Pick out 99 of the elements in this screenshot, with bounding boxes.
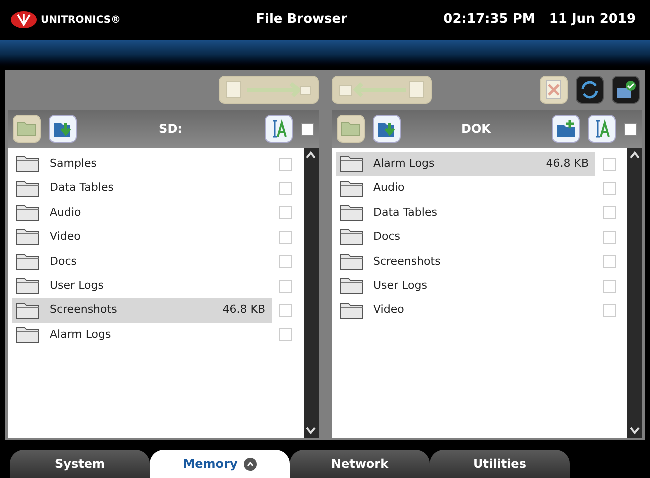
folder-icon — [16, 228, 40, 246]
folder-icon — [340, 277, 364, 296]
folder-row[interactable]: Alarm Logs 46.8 KB — [336, 152, 595, 176]
checkbox[interactable] — [602, 255, 616, 268]
checkbox[interactable] — [602, 304, 616, 318]
toolbar-button[interactable] — [372, 115, 400, 143]
folder-icon — [340, 228, 364, 246]
folder-name: User Logs — [374, 278, 428, 294]
checkbox[interactable] — [624, 122, 637, 136]
text-format-icon — [594, 119, 610, 139]
checkbox[interactable] — [279, 304, 292, 318]
folder-name: Screenshots — [374, 254, 442, 270]
folder-row[interactable]: Audio — [336, 176, 595, 201]
tab[interactable]: System — [10, 450, 150, 478]
file-size: 46.8 KB — [546, 156, 589, 172]
folder-icon — [16, 155, 40, 174]
folder-icon — [16, 180, 40, 198]
folder-name: Audio — [50, 204, 82, 221]
folder-name: Alarm Logs — [50, 326, 112, 343]
checkbox[interactable] — [279, 255, 292, 268]
folder-row[interactable]: Screenshots 46.8 KB — [12, 298, 272, 323]
delete-file-icon — [545, 80, 563, 100]
checkbox[interactable] — [602, 230, 616, 244]
toolbar-button[interactable] — [264, 115, 292, 143]
checkbox[interactable] — [602, 206, 616, 220]
text-format-icon — [270, 119, 286, 139]
toolbar-button[interactable] — [552, 115, 580, 143]
checkbox[interactable] — [279, 230, 292, 244]
date: 11 Jun 2019 — [549, 11, 636, 30]
window-title: File Browser — [255, 11, 349, 30]
storage-check-icon — [615, 80, 637, 100]
folder-name: Alarm Logs — [374, 156, 436, 172]
folder-icon — [16, 204, 40, 222]
folder-row[interactable]: Docs — [12, 250, 272, 274]
caret-icon — [244, 458, 257, 470]
tab[interactable]: Network — [290, 450, 430, 478]
folder-row[interactable]: Audio — [12, 200, 272, 226]
folder-icon — [340, 302, 364, 320]
drive-label: DOK — [460, 121, 492, 138]
brand-name: UNITRONICS® — [41, 14, 122, 28]
folder-icon — [16, 302, 40, 320]
scroll-up-icon[interactable] — [630, 151, 640, 159]
folder-icon — [16, 252, 40, 271]
checkbox[interactable] — [279, 206, 292, 220]
file-size: 46.8 KB — [222, 302, 266, 318]
folder-icon — [340, 180, 364, 198]
folder-name: Screenshots — [50, 302, 118, 318]
scrollbar[interactable] — [304, 148, 318, 438]
folder-row[interactable]: Samples — [12, 152, 272, 176]
drive-label: SD: — [158, 121, 184, 138]
folder-icon — [340, 204, 364, 222]
checkbox[interactable] — [279, 158, 292, 171]
folder-name: Video — [50, 229, 82, 246]
folder-row[interactable]: Data Tables — [336, 200, 595, 226]
folder-row[interactable]: Video — [12, 225, 272, 250]
scrollbar[interactable] — [627, 148, 642, 438]
checkbox[interactable] — [602, 182, 616, 196]
checkbox[interactable] — [602, 280, 616, 293]
folder-name: Data Tables — [374, 204, 438, 221]
folder-name: Video — [374, 302, 406, 318]
refresh-icon — [580, 80, 600, 100]
folder-icon — [340, 252, 364, 271]
folder-icon — [340, 120, 360, 138]
folder-icon — [16, 277, 40, 296]
logo-icon — [10, 11, 38, 29]
tab[interactable]: Utilities — [430, 450, 570, 478]
scroll-up-icon[interactable] — [306, 151, 316, 159]
scroll-down-icon[interactable] — [306, 427, 316, 435]
clock-time: 02:17:35 PM — [444, 11, 536, 30]
folder-row[interactable]: Data Tables — [12, 176, 272, 201]
folder-row[interactable]: Alarm Logs — [12, 322, 272, 348]
toolbar-button[interactable] — [588, 115, 616, 143]
folder-name: User Logs — [50, 278, 105, 294]
folder-row[interactable]: User Logs — [12, 274, 272, 298]
folder-name: Audio — [374, 180, 406, 196]
folder-row[interactable]: Docs — [336, 225, 595, 250]
folder-name: Data Tables — [50, 180, 115, 196]
checkbox[interactable] — [300, 122, 314, 136]
folder-row[interactable]: Screenshots — [336, 250, 595, 274]
checkbox[interactable] — [602, 158, 616, 171]
toolbar-button[interactable] — [612, 76, 640, 104]
copy-arrow-icon — [224, 81, 312, 99]
toolbar-button[interactable] — [576, 76, 604, 104]
folder-icon — [340, 155, 364, 174]
folder-name: Docs — [50, 254, 78, 270]
copy-arrow-icon — [338, 81, 426, 99]
tab[interactable]: Memory — [150, 450, 290, 478]
scroll-down-icon[interactable] — [630, 427, 640, 435]
folder-icon — [16, 326, 40, 344]
folder-name: Docs — [374, 229, 402, 246]
folder-name: Samples — [50, 156, 98, 172]
folder-row[interactable]: Video — [336, 298, 595, 323]
checkbox[interactable] — [279, 182, 292, 196]
checkbox[interactable] — [279, 328, 292, 342]
toolbar-button[interactable] — [49, 115, 77, 143]
folder-row[interactable]: User Logs — [336, 274, 595, 298]
checkbox[interactable] — [279, 280, 292, 293]
new-folder-icon — [556, 119, 576, 139]
folder-icon — [17, 120, 37, 138]
